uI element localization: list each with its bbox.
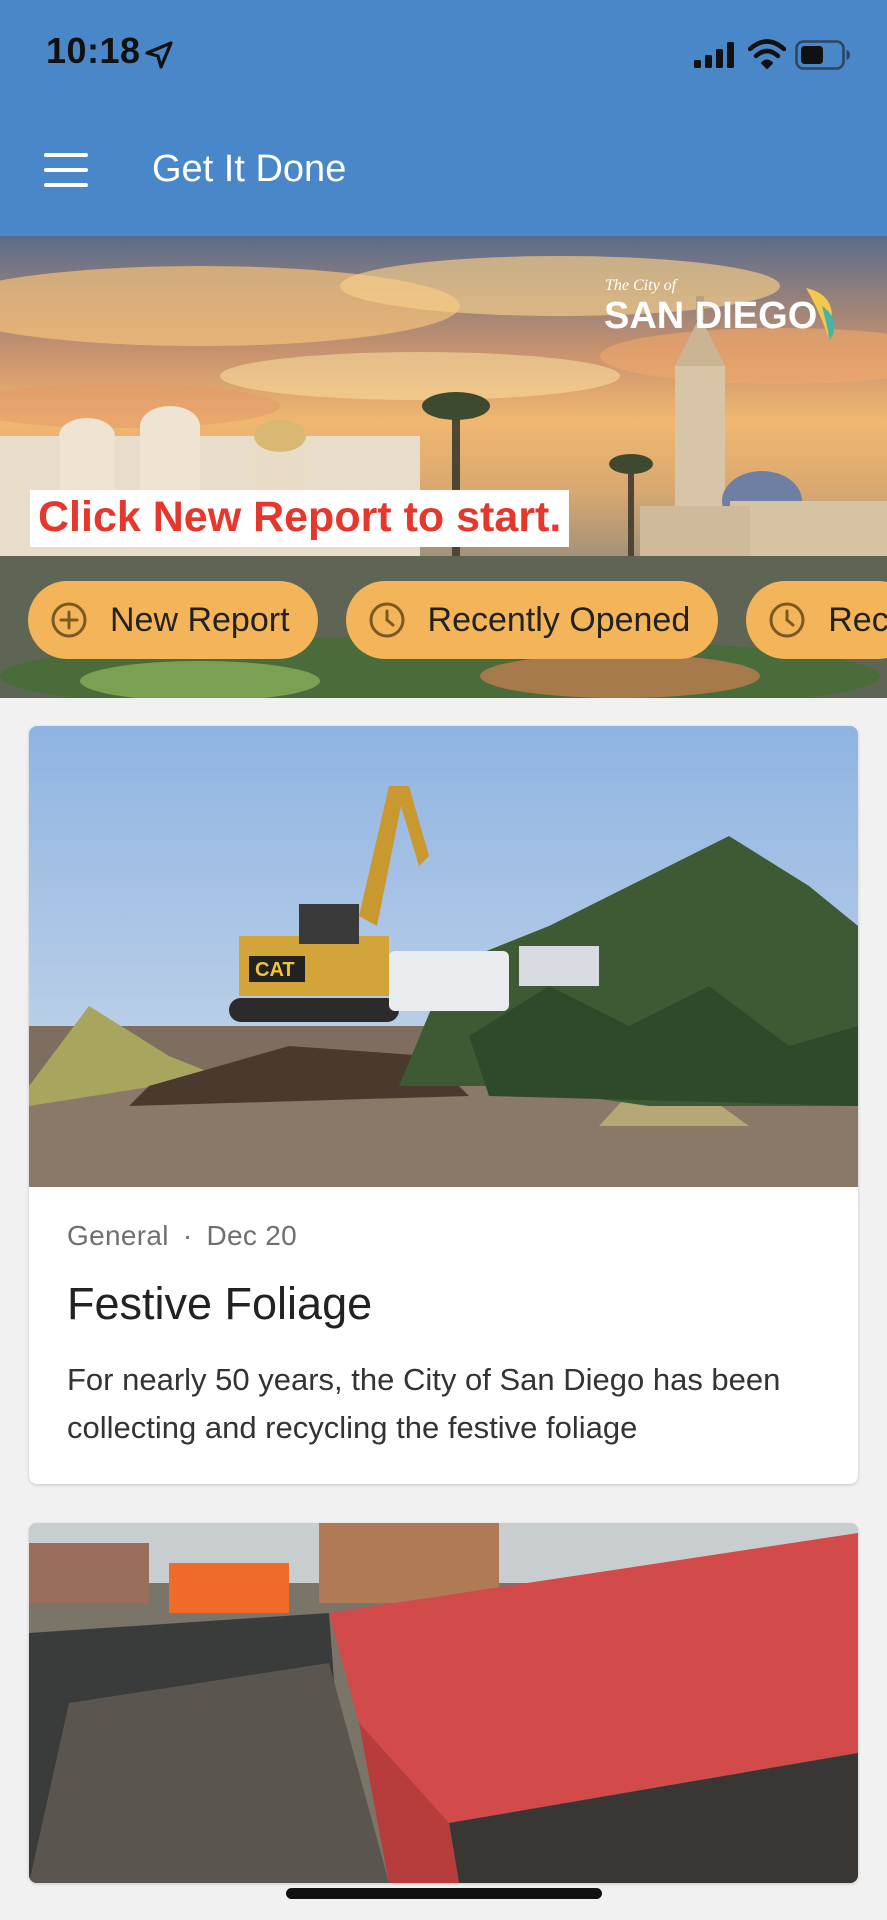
battery-icon [795,40,850,70]
menu-button[interactable] [36,145,96,195]
quick-action-chips: New Report Recently Opened Rec [28,581,887,663]
news-card[interactable] [29,1523,858,1883]
news-card-image: CAT [29,726,858,1187]
news-summary: For nearly 50 years, the City of San Die… [67,1362,781,1445]
location-arrow-icon [145,41,173,69]
recently-opened-label: Recently Opened [427,600,691,639]
news-category: General [67,1220,169,1251]
status-time: 10:18 [46,30,141,71]
recent-chip-button[interactable]: Rec [746,581,887,659]
news-card-meta: General · Dec 20 [67,1220,297,1252]
news-date: Dec 20 [206,1220,298,1251]
hamburger-menu-icon [44,153,88,157]
clock-icon [369,602,405,638]
clock-icon [769,602,805,638]
news-card[interactable]: CAT General · Dec 20 Festive Foliage For… [29,726,858,1484]
hero-banner: The City of SAN DIEGO Click New Report t… [0,236,887,698]
news-card-image [29,1523,858,1883]
app-title: Get It Done [152,148,347,190]
home-indicator[interactable] [286,1888,602,1899]
recently-opened-button[interactable]: Recently Opened [345,581,719,659]
hero-call-to-action: Click New Report to start. [30,490,570,548]
svg-text:CAT: CAT [255,959,295,981]
news-title: Festive Foliage [67,1278,373,1329]
app-header: 10:18 Get It Done [0,0,887,236]
plus-circle-icon [51,602,87,638]
meta-separator: · [182,1220,193,1251]
new-report-label: New Report [110,600,290,639]
logo-small-text: The City of [605,277,679,294]
recent-chip-label: Rec [828,600,887,639]
new-report-button[interactable]: New Report [28,581,318,659]
logo-large-text: SAN DIEGO [604,295,817,337]
wifi-icon [748,39,786,69]
cellular-signal-icon [694,42,734,68]
